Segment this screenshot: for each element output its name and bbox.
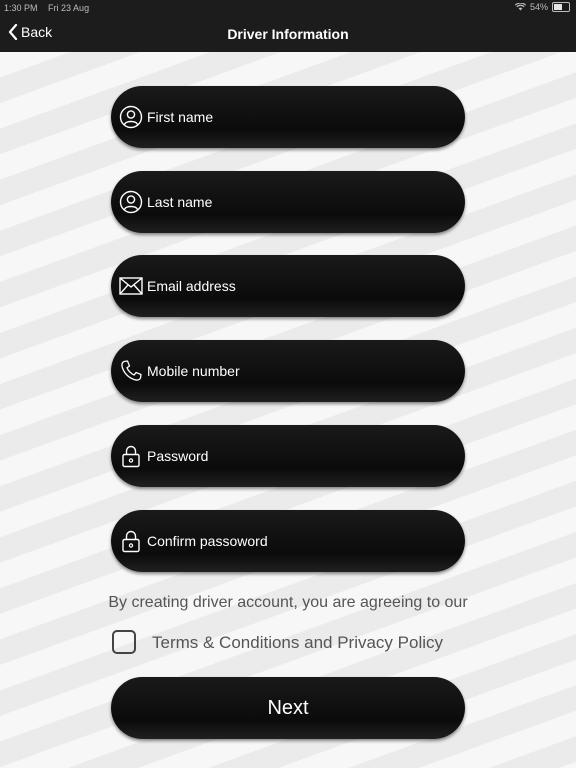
next-button[interactable]: Next bbox=[111, 677, 465, 739]
password-field[interactable] bbox=[111, 425, 465, 487]
mobile-input[interactable] bbox=[147, 340, 447, 402]
first-name-field[interactable] bbox=[111, 86, 465, 148]
person-icon bbox=[119, 105, 143, 129]
status-bar: 1:30 PM Fri 23 Aug 54% bbox=[0, 0, 576, 16]
first-name-input[interactable] bbox=[147, 86, 447, 148]
page-title: Driver Information bbox=[227, 26, 349, 42]
terms-checkbox[interactable] bbox=[112, 630, 136, 654]
confirm-password-field[interactable] bbox=[111, 510, 465, 572]
phone-icon bbox=[121, 360, 142, 381]
status-time: 1:30 PM bbox=[4, 3, 38, 13]
confirm-password-input[interactable] bbox=[147, 510, 447, 572]
mobile-field[interactable] bbox=[111, 340, 465, 402]
password-input[interactable] bbox=[147, 425, 447, 487]
wifi-icon bbox=[514, 3, 526, 11]
background-pattern bbox=[0, 52, 576, 768]
person-icon bbox=[119, 190, 143, 214]
agreement-text: By creating driver account, you are agre… bbox=[108, 594, 468, 611]
email-field[interactable] bbox=[111, 255, 465, 317]
last-name-field[interactable] bbox=[111, 171, 465, 233]
last-name-input[interactable] bbox=[147, 171, 447, 233]
envelope-icon bbox=[119, 277, 143, 295]
email-input[interactable] bbox=[147, 255, 447, 317]
status-date: Fri 23 Aug bbox=[48, 3, 90, 13]
lock-icon bbox=[122, 445, 140, 468]
battery-percent: 54% bbox=[529, 2, 548, 12]
terms-link[interactable]: Terms & Conditions and Privacy Policy bbox=[152, 633, 443, 653]
navigation-bar: Back Driver Information bbox=[0, 16, 576, 52]
battery-icon bbox=[552, 2, 570, 12]
lock-icon bbox=[122, 530, 140, 553]
